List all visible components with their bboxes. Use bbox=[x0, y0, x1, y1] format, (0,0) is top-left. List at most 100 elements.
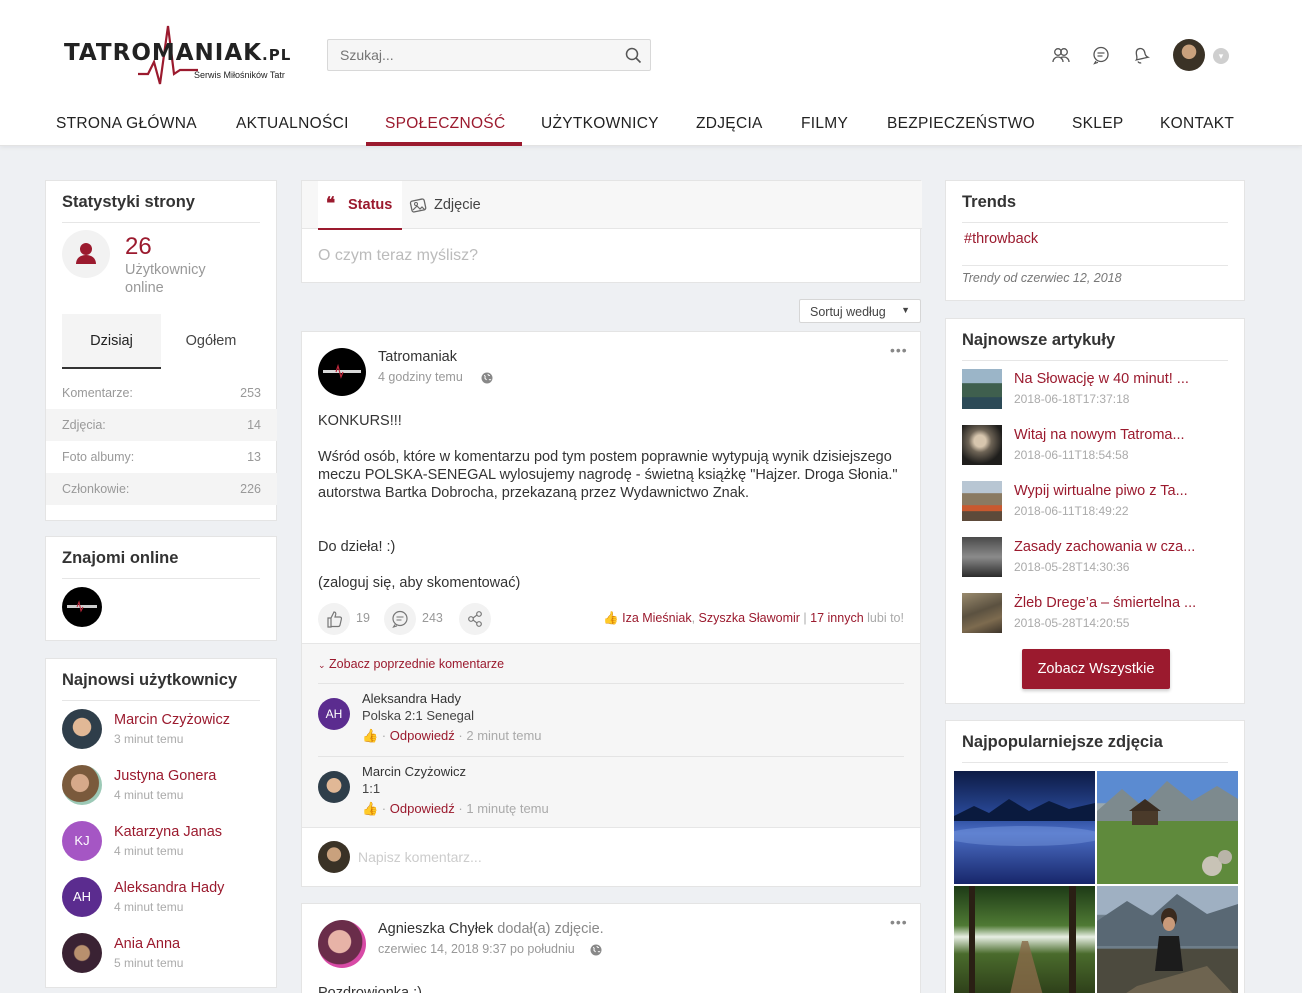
popular-photo[interactable] bbox=[1097, 886, 1238, 993]
search-input[interactable] bbox=[328, 40, 618, 70]
stat-row-photos: Zdjęcia: 14 bbox=[46, 409, 277, 441]
list-item[interactable]: Witaj na nowym Tatroma... 2018-06-11T18:… bbox=[962, 425, 1222, 467]
messages-icon[interactable] bbox=[1091, 45, 1111, 65]
list-item[interactable]: Na Słowację w 40 minut! ... 2018-06-18T1… bbox=[962, 369, 1222, 411]
status-input[interactable]: O czym teraz myślisz? bbox=[318, 247, 478, 265]
notifications-bell-icon[interactable] bbox=[1131, 45, 1151, 65]
comment-text: 1:1 bbox=[362, 781, 381, 796]
post-time[interactable]: czerwiec 14, 2018 9:37 po południu bbox=[378, 942, 575, 956]
chevron-down-icon: ⌄ bbox=[318, 660, 326, 670]
nav-item-videos[interactable]: FILMY bbox=[801, 115, 848, 133]
list-item[interactable]: KJ Katarzyna Janas 4 minut temu bbox=[62, 821, 262, 863]
divider bbox=[962, 265, 1228, 266]
comment-button[interactable] bbox=[384, 603, 416, 635]
divider bbox=[962, 762, 1228, 763]
list-item[interactable]: Justyna Gonera 4 minut temu bbox=[62, 765, 262, 807]
share-button[interactable] bbox=[459, 603, 491, 635]
article-title[interactable]: Witaj na nowym Tatroma... bbox=[1014, 427, 1185, 443]
post-time[interactable]: 4 godziny temu bbox=[378, 370, 463, 384]
nav-item-community[interactable]: SPOŁECZNOŚĆ bbox=[385, 115, 505, 133]
reply-link[interactable]: Odpowiedź bbox=[390, 728, 455, 743]
tab-today[interactable]: Dzisiaj bbox=[62, 314, 161, 369]
nav-item-shop[interactable]: SKLEP bbox=[1072, 115, 1123, 133]
avatar bbox=[62, 765, 102, 805]
card-title: Najpopularniejsze zdjęcia bbox=[962, 733, 1163, 751]
nav-item-safety[interactable]: BEZPIECZEŃSTWO bbox=[887, 115, 1035, 133]
site-stats-card: Statystyki strony 26 Użytkownicy online … bbox=[45, 180, 277, 521]
list-item[interactable]: Wypij wirtualne piwo z Ta... 2018-06-11T… bbox=[962, 481, 1222, 523]
nav-item-photos[interactable]: ZDJĘCIA bbox=[696, 115, 763, 133]
comment-author[interactable]: Aleksandra Hady bbox=[362, 691, 461, 706]
article-title[interactable]: Wypij wirtualne piwo z Ta... bbox=[1014, 483, 1188, 499]
article-thumbnail bbox=[962, 481, 1002, 521]
author-name[interactable]: Tatromaniak bbox=[378, 349, 457, 365]
article-title[interactable]: Na Słowację w 40 minut! ... bbox=[1014, 371, 1189, 387]
avatar[interactable] bbox=[318, 771, 350, 803]
comment-input[interactable]: Napisz komentarz... bbox=[358, 849, 482, 865]
more-options-icon[interactable]: ••• bbox=[890, 342, 908, 358]
thumbs-up-icon bbox=[327, 611, 343, 628]
nav-item-news[interactable]: AKTUALNOŚCI bbox=[236, 115, 349, 133]
list-item[interactable]: AH Aleksandra Hady 4 minut temu bbox=[62, 877, 262, 919]
nav-item-users[interactable]: UŻYTKOWNICY bbox=[541, 115, 659, 133]
tab-total[interactable]: Ogółem bbox=[161, 314, 261, 369]
site-logo[interactable]: TATROMANIAK.PL Serwis Miłośników Tatr bbox=[64, 20, 314, 90]
logo-tagline: Serwis Miłośników Tatr bbox=[194, 70, 285, 80]
comment-author[interactable]: Marcin Czyżowicz bbox=[362, 764, 466, 779]
post-text: Wśród osób, które w komentarzu pod tym p… bbox=[318, 449, 898, 501]
user-name[interactable]: Justyna Gonera bbox=[114, 768, 216, 784]
author-avatar[interactable] bbox=[318, 348, 366, 396]
photo-icon bbox=[409, 198, 427, 213]
user-name[interactable]: Aleksandra Hady bbox=[114, 880, 224, 896]
list-item[interactable]: Żleb Drege’a – śmiertelna ... 2018-05-28… bbox=[962, 593, 1222, 635]
reply-link[interactable]: Odpowiedź bbox=[390, 801, 455, 816]
see-previous-comments-link[interactable]: ⌄ Zobacz poprzednie komentarze bbox=[318, 657, 504, 671]
article-title[interactable]: Żleb Drege’a – śmiertelna ... bbox=[1014, 595, 1196, 611]
like-button[interactable] bbox=[318, 603, 350, 635]
avatar: KJ bbox=[62, 821, 102, 861]
user-name[interactable]: Ania Anna bbox=[114, 936, 180, 952]
popular-photo[interactable] bbox=[954, 886, 1095, 993]
sort-dropdown[interactable]: Sortuj według ▼ bbox=[799, 299, 921, 323]
friends-icon[interactable] bbox=[1051, 45, 1071, 65]
liked-by-user[interactable]: Szyszka Sławomir bbox=[699, 611, 800, 625]
avatar bbox=[62, 933, 102, 973]
article-date: 2018-05-28T14:30:36 bbox=[1014, 560, 1130, 574]
stat-row-comments: Komentarze: 253 bbox=[62, 386, 261, 400]
friends-online-card: Znajomi online bbox=[45, 536, 277, 641]
tab-status[interactable]: ❝ Status bbox=[318, 181, 402, 230]
thumbs-up-icon[interactable]: 👍 bbox=[362, 728, 378, 743]
article-date: 2018-06-11T18:54:58 bbox=[1014, 448, 1129, 462]
thumbs-up-icon[interactable]: 👍 bbox=[362, 801, 378, 816]
article-thumbnail bbox=[962, 425, 1002, 465]
user-name[interactable]: Marcin Czyżowicz bbox=[114, 712, 230, 728]
search-icon[interactable] bbox=[625, 47, 642, 64]
liked-by-user[interactable]: Iza Mieśniak bbox=[622, 611, 691, 625]
nav-item-contact[interactable]: KONTAKT bbox=[1160, 115, 1234, 133]
list-item[interactable]: Marcin Czyżowicz 3 minut temu bbox=[62, 709, 262, 751]
user-name[interactable]: Katarzyna Janas bbox=[114, 824, 222, 840]
tab-photo[interactable]: Zdjęcie bbox=[408, 181, 498, 229]
trend-hashtag[interactable]: #throwback bbox=[964, 231, 1038, 247]
user-time: 4 minut temu bbox=[114, 788, 184, 802]
tab-status-label: Status bbox=[348, 197, 393, 213]
list-item[interactable]: Zasady zachowania w cza... 2018-05-28T14… bbox=[962, 537, 1222, 579]
popular-photo[interactable] bbox=[1097, 771, 1238, 884]
nav-active-indicator bbox=[366, 142, 522, 146]
nav-item-home[interactable]: STRONA GŁÓWNA bbox=[56, 115, 197, 133]
see-all-articles-button[interactable]: Zobacz Wszystkie bbox=[1022, 649, 1170, 689]
more-options-icon[interactable]: ••• bbox=[890, 914, 908, 930]
author-avatar[interactable] bbox=[318, 920, 366, 968]
liked-by-others-link[interactable]: 17 innych bbox=[810, 611, 864, 625]
friend-avatar[interactable] bbox=[62, 587, 102, 627]
article-title[interactable]: Zasady zachowania w cza... bbox=[1014, 539, 1195, 555]
list-item[interactable]: Ania Anna 5 minut temu bbox=[62, 933, 262, 975]
popular-photo[interactable] bbox=[954, 771, 1095, 884]
thumbs-up-icon: 👍 bbox=[603, 611, 619, 625]
author-name[interactable]: Agnieszka Chyłek bbox=[378, 921, 493, 937]
post-header: Agnieszka Chyłek dodał(a) zdjęcie. bbox=[378, 921, 604, 937]
tab-total-label: Ogółem bbox=[185, 333, 237, 349]
user-avatar[interactable] bbox=[1173, 39, 1205, 71]
avatar[interactable]: AH bbox=[318, 698, 350, 730]
chevron-down-icon[interactable]: ▾ bbox=[1213, 48, 1229, 64]
